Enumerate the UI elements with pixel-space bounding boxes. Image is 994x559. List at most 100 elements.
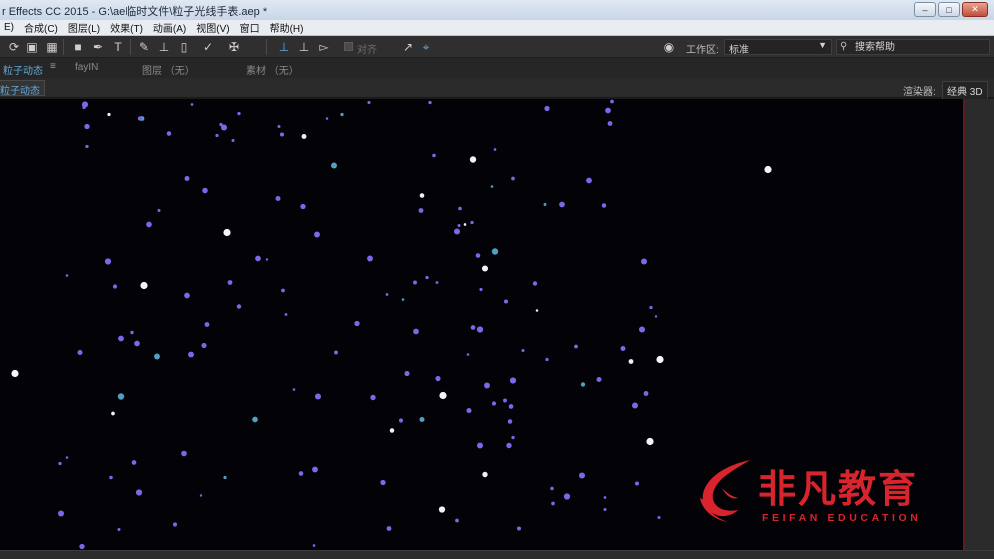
particle-head xyxy=(385,293,389,296)
render-preview-icon[interactable]: ◉ xyxy=(660,39,678,55)
eraser-tool-icon[interactable]: ▯ xyxy=(176,39,192,55)
snap-edges-icon[interactable]: ↗ xyxy=(400,39,416,55)
particle-head xyxy=(111,411,115,416)
particle-head xyxy=(586,177,592,184)
particle-head xyxy=(419,193,425,198)
menu-view[interactable]: 视图(V) xyxy=(192,20,235,35)
pan-behind-tool-icon[interactable]: ▦ xyxy=(44,39,60,55)
menu-composition[interactable]: 合成(C) xyxy=(20,20,64,35)
particle-head xyxy=(134,340,140,347)
pen-tool-icon[interactable]: ✒ xyxy=(90,39,106,55)
tab-fayin[interactable]: fayIN xyxy=(75,62,98,73)
particle-head xyxy=(620,346,626,351)
tab-footage[interactable]: 素材 （无） xyxy=(246,62,299,77)
minimize-icon[interactable]: – xyxy=(914,2,936,17)
menu-help[interactable]: 帮助(H) xyxy=(266,20,310,35)
particle-head xyxy=(481,265,489,272)
close-icon[interactable]: ✕ xyxy=(962,2,988,17)
particle-head xyxy=(643,391,649,396)
particle-head xyxy=(65,274,69,277)
toolbar-divider xyxy=(266,39,267,55)
brush-tool-icon[interactable]: ✎ xyxy=(136,39,152,55)
maximize-icon[interactable]: □ xyxy=(938,2,960,17)
roto-brush-tool-icon[interactable]: ✓ xyxy=(200,39,216,55)
chevron-down-icon: ▼ xyxy=(818,40,827,50)
view-axis-icon[interactable]: ▻ xyxy=(316,39,332,55)
menu-bar: E) 合成(C) 图层(L) 效果(T) 动画(A) 视图(V) 窗口 帮助(H… xyxy=(0,20,994,36)
particle-head xyxy=(490,185,494,188)
menu-edit[interactable]: E) xyxy=(0,22,20,33)
local-axis-icon[interactable]: ⊥ xyxy=(276,39,292,55)
particle-head xyxy=(107,112,111,117)
particle-head xyxy=(503,299,509,304)
menu-layer[interactable]: 图层(L) xyxy=(64,20,106,35)
particle-head xyxy=(413,328,419,335)
world-axis-icon[interactable]: ⊥ xyxy=(296,39,312,55)
particle-head xyxy=(535,309,539,312)
particle-head xyxy=(354,320,360,327)
tab-composition[interactable]: 粒子动态 xyxy=(3,62,43,77)
particle-head xyxy=(292,388,296,391)
particle-head xyxy=(181,450,187,457)
panel-menu-icon[interactable]: ≡ xyxy=(50,61,56,72)
particle-head xyxy=(479,287,483,292)
particle-head xyxy=(184,292,190,299)
search-input[interactable] xyxy=(855,41,985,53)
particle-head xyxy=(77,349,83,356)
menu-animation[interactable]: 动画(A) xyxy=(149,20,192,35)
particle-head xyxy=(172,522,178,527)
tab-layer[interactable]: 图层 （无） xyxy=(142,62,195,77)
panel-tab-bar: 粒子动态 ≡ fayIN 图层 （无） 素材 （无） xyxy=(0,58,994,78)
particle-head xyxy=(469,156,477,163)
particle-head xyxy=(463,223,467,226)
rectangle-tool-icon[interactable]: ■ xyxy=(70,39,86,55)
particle-head xyxy=(506,442,512,449)
renderer-select[interactable]: 经典 3D xyxy=(942,81,988,100)
particle-head xyxy=(386,526,392,531)
rotation-tool-icon[interactable]: ⟳ xyxy=(6,39,22,55)
particle-head xyxy=(559,201,565,208)
particle-head xyxy=(65,456,69,459)
menu-effect[interactable]: 效果(T) xyxy=(106,20,149,35)
particle-head xyxy=(131,460,137,465)
window-title: r Effects CC 2015 - G:\ae临时文件\粒子光线手表.aep… xyxy=(2,6,268,18)
watermark-subtitle: FEIFAN EDUCATION xyxy=(762,512,922,524)
particle-head xyxy=(507,419,513,424)
particle-head xyxy=(236,304,242,309)
particle-head xyxy=(654,315,658,318)
particle-head xyxy=(284,313,288,316)
clone-stamp-tool-icon[interactable]: ⊥ xyxy=(156,39,172,55)
particle-head xyxy=(166,131,172,136)
snap-features-icon[interactable]: ⌖ xyxy=(418,39,434,55)
workspace-value: 标准 xyxy=(729,45,749,56)
toolbar-divider xyxy=(130,39,131,55)
type-tool-icon[interactable]: T xyxy=(110,39,126,55)
particle-head xyxy=(312,544,316,547)
particle-head xyxy=(425,275,429,280)
particle-head xyxy=(118,335,124,342)
comp-viewer-tab[interactable]: 粒子动态 xyxy=(0,80,45,97)
particle-head xyxy=(404,370,410,377)
particle-head xyxy=(281,288,285,293)
particle-head xyxy=(503,398,507,403)
particle-head xyxy=(657,515,661,520)
particle-head xyxy=(418,208,424,213)
particle-head xyxy=(508,404,514,409)
watermark: 非凡教育 FEIFAN EDUCATION xyxy=(692,456,950,528)
particle-head xyxy=(438,506,446,513)
menu-window[interactable]: 窗口 xyxy=(236,20,266,35)
particle-head xyxy=(201,342,207,349)
puppet-pin-tool-icon[interactable]: ✠ xyxy=(226,39,242,55)
toolbar-divider xyxy=(63,39,64,55)
particle-head xyxy=(574,344,578,349)
particle-head xyxy=(521,348,525,353)
particle-head xyxy=(649,305,653,310)
snapping-checkbox[interactable] xyxy=(344,42,353,51)
particle-head xyxy=(563,493,571,500)
particle-head xyxy=(85,144,89,149)
search-icon: ⚲ xyxy=(840,41,848,52)
workspace-select[interactable]: 标准 ▼ xyxy=(724,39,832,56)
particle-head xyxy=(412,280,418,285)
particle-head xyxy=(491,401,497,406)
camera-tool-icon[interactable]: ▣ xyxy=(24,39,40,55)
